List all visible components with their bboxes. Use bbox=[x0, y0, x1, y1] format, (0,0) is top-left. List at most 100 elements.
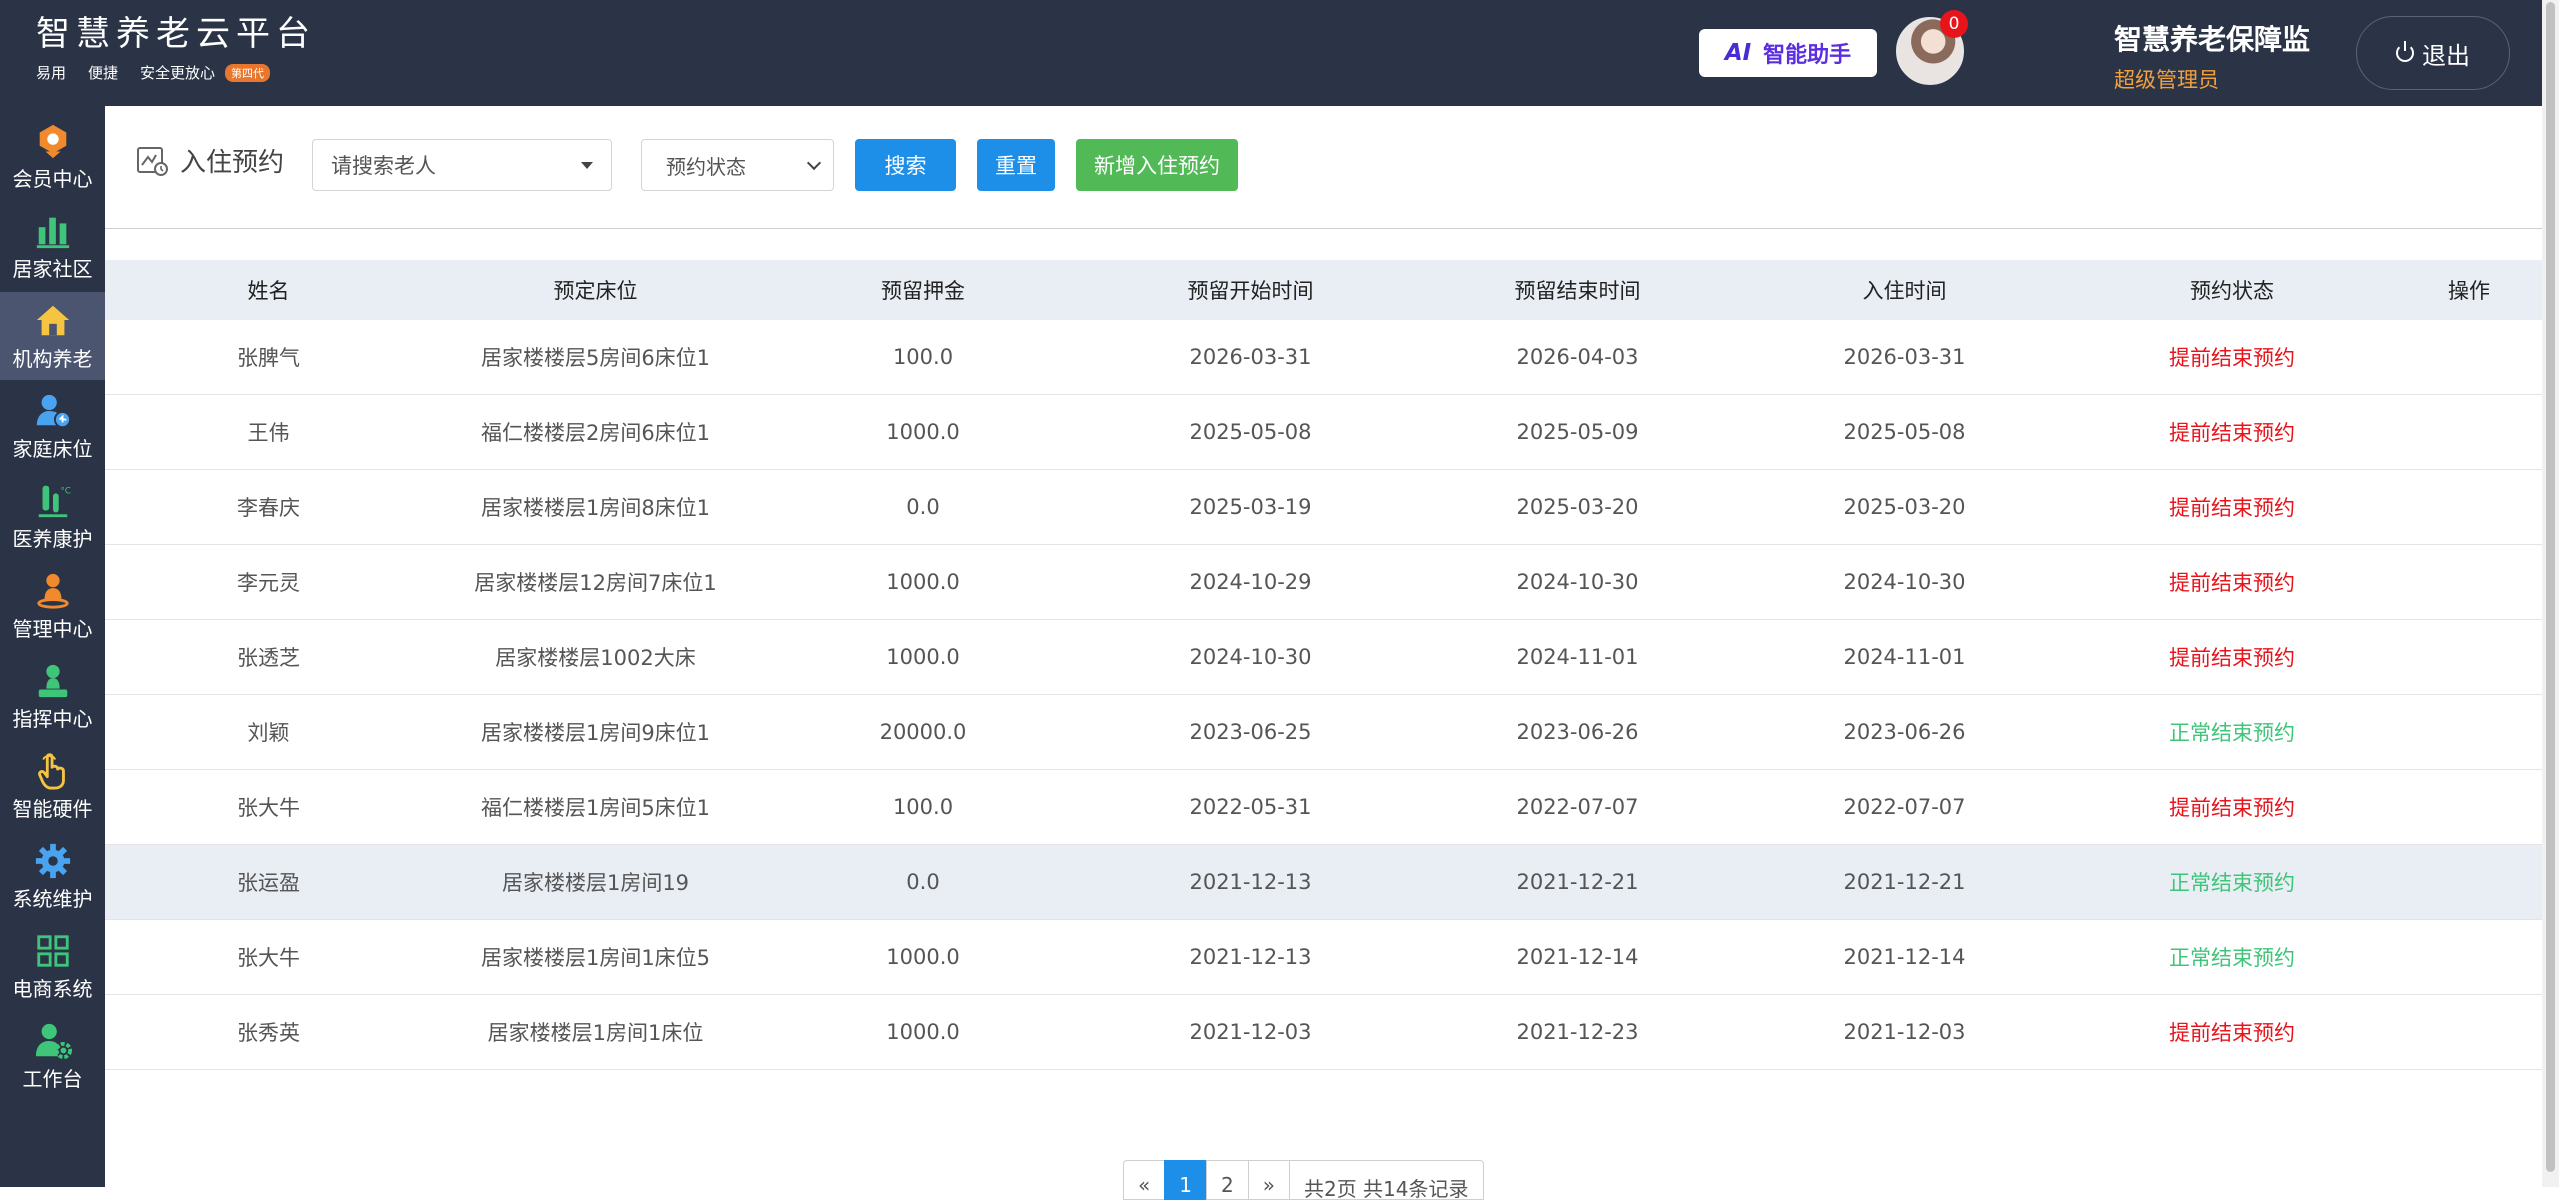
ai-assistant-button[interactable]: AI 智能助手 bbox=[1699, 29, 1877, 77]
sidebar-item-member-center[interactable]: 会员中心 bbox=[0, 112, 105, 200]
add-checkin-reservation-button[interactable]: 新增入住预约 bbox=[1076, 139, 1238, 191]
brand-tag: 易用 bbox=[36, 64, 67, 82]
table-row[interactable]: 李元灵 居家楼楼层12房间7床位1 1000.0 2024-10-29 2024-10-… bbox=[105, 545, 2542, 620]
cell-checkin-date: 2026-03-31 bbox=[1843, 345, 1966, 369]
elder-search-select[interactable]: 请搜索老人 bbox=[312, 139, 612, 191]
table-row[interactable]: 张大牛 福仁楼楼层1房间5床位1 100.0 2022-05-31 2022-07-07… bbox=[105, 770, 2542, 845]
cell-name: 李元灵 bbox=[237, 571, 300, 595]
caret-down-icon bbox=[581, 162, 593, 169]
cell-checkin-date: 2021-12-21 bbox=[1843, 870, 1966, 894]
table-row[interactable]: 张大牛 居家楼楼层1房间1床位5 1000.0 2021-12-13 2021-12-1… bbox=[105, 920, 2542, 995]
sidebar-item-institutional-care[interactable]: 机构养老 bbox=[0, 292, 105, 380]
column-header-end: 预留结束时间 bbox=[1514, 279, 1641, 303]
pagination-next[interactable]: » bbox=[1247, 1160, 1289, 1200]
elder-search-placeholder: 请搜索老人 bbox=[331, 154, 436, 178]
sidebar-item-system-maintenance[interactable]: 系统维护 bbox=[0, 832, 105, 920]
bar-chart-icon bbox=[33, 211, 73, 251]
cell-start-date: 2023-06-25 bbox=[1189, 720, 1312, 744]
cell-bed: 居家楼楼层1房间19 bbox=[501, 871, 690, 895]
cell-checkin-date: 2021-12-03 bbox=[1843, 1020, 1966, 1044]
cell-checkin-date: 2022-07-07 bbox=[1843, 795, 1966, 819]
cell-start-date: 2026-03-31 bbox=[1189, 345, 1312, 369]
reservation-status-select[interactable]: 预约状态 bbox=[641, 139, 834, 191]
sidebar-item-label: 智能硬件 bbox=[12, 796, 93, 821]
sidebar-item-label: 指挥中心 bbox=[12, 706, 93, 731]
reset-button[interactable]: 重置 bbox=[977, 139, 1055, 191]
notification-badge[interactable]: 0 bbox=[1940, 10, 1968, 38]
cell-name: 张大牛 bbox=[237, 796, 300, 820]
pagination-summary: 共2页 共14条记录 bbox=[1288, 1160, 1484, 1201]
cell-deposit: 1000.0 bbox=[886, 570, 960, 594]
brand-tag: 安全更放心 bbox=[140, 64, 216, 82]
cell-name: 刘颖 bbox=[247, 721, 290, 745]
cell-end-date: 2021-12-23 bbox=[1516, 1020, 1639, 1044]
table-row[interactable]: 张运盈 居家楼楼层1房间19 0.0 2021-12-13 2021-12-21 2021… bbox=[105, 845, 2542, 920]
table-row[interactable]: 张秀英 居家楼楼层1房间1床位 1000.0 2021-12-03 2021-12-23… bbox=[105, 995, 2542, 1070]
cell-name: 李春庆 bbox=[237, 496, 300, 520]
logout-button[interactable]: 退出 bbox=[2356, 16, 2510, 90]
pagination-page[interactable]: 2 bbox=[1205, 1160, 1248, 1200]
cell-end-date: 2025-03-20 bbox=[1516, 495, 1639, 519]
table-row[interactable]: 王伟 福仁楼楼层2房间6床位1 1000.0 2025-05-08 2025-05-09… bbox=[105, 395, 2542, 470]
cell-checkin-date: 2023-06-26 bbox=[1843, 720, 1966, 744]
cell-bed: 居家楼楼层1房间8床位1 bbox=[480, 496, 711, 520]
scrollbar-thumb[interactable] bbox=[2546, 2, 2555, 1172]
cell-bed: 居家楼楼层1房间1床位5 bbox=[480, 946, 711, 970]
brand-tag: 便捷 bbox=[88, 64, 119, 82]
table-row[interactable]: 刘颖 居家楼楼层1房间9床位1 20000.0 2023-06-25 2023-06-2… bbox=[105, 695, 2542, 770]
org-name: 智慧养老保障监 bbox=[2114, 23, 2311, 56]
table-row[interactable]: 张脾气 居家楼楼层5房间6床位1 100.0 2026-03-31 2026-04-03… bbox=[105, 320, 2542, 395]
cell-deposit: 100.0 bbox=[892, 795, 954, 819]
cell-end-date: 2021-12-14 bbox=[1516, 945, 1639, 969]
cell-start-date: 2025-03-19 bbox=[1189, 495, 1312, 519]
power-icon bbox=[2396, 41, 2414, 62]
sidebar-item-label: 工作台 bbox=[22, 1066, 83, 1091]
cell-status: 提前结束预约 bbox=[2169, 646, 2295, 670]
cell-start-date: 2025-05-08 bbox=[1189, 420, 1312, 444]
sidebar-item-label: 系统维护 bbox=[12, 886, 93, 911]
sidebar-item-family-bed[interactable]: 家庭床位 bbox=[0, 382, 105, 470]
sidebar-item-management-center[interactable]: 管理中心 bbox=[0, 562, 105, 650]
page-title: 入住预约 bbox=[136, 142, 284, 179]
cell-bed: 居家楼楼层12房间7床位1 bbox=[474, 571, 717, 595]
search-button[interactable]: 搜索 bbox=[855, 139, 956, 191]
cell-name: 张秀英 bbox=[237, 1021, 300, 1045]
sidebar-item-ecommerce[interactable]: 电商系统 bbox=[0, 922, 105, 1010]
cell-end-date: 2022-07-07 bbox=[1516, 795, 1639, 819]
cell-deposit: 1000.0 bbox=[886, 1020, 960, 1044]
cell-deposit: 1000.0 bbox=[886, 945, 960, 969]
cell-bed: 居家楼楼层5房间6床位1 bbox=[480, 346, 711, 370]
user-info: 智慧养老保障监 超级管理员 bbox=[2114, 18, 2334, 94]
sidebar-item-smart-hardware[interactable]: 智能硬件 bbox=[0, 742, 105, 830]
cell-start-date: 2021-12-03 bbox=[1189, 1020, 1312, 1044]
sidebar-item-command-center[interactable]: 指挥中心 bbox=[0, 652, 105, 740]
sidebar-item-medical-care[interactable]: °C 医养康护 bbox=[0, 472, 105, 560]
cell-start-date: 2022-05-31 bbox=[1189, 795, 1312, 819]
command-stamp-icon bbox=[33, 661, 73, 701]
person-manager-icon bbox=[33, 571, 73, 611]
pagination-prev[interactable]: « bbox=[1123, 1160, 1165, 1200]
cell-end-date: 2024-11-01 bbox=[1516, 645, 1639, 669]
page-title-text: 入住预约 bbox=[180, 148, 285, 178]
sidebar-item-workbench[interactable]: 工作台 bbox=[0, 1012, 105, 1100]
page-scrollbar[interactable] bbox=[2542, 0, 2559, 1187]
sidebar-item-home-community[interactable]: 居家社区 bbox=[0, 202, 105, 290]
cell-deposit: 1000.0 bbox=[886, 645, 960, 669]
cell-checkin-date: 2024-11-01 bbox=[1843, 645, 1966, 669]
cell-status: 提前结束预约 bbox=[2169, 346, 2295, 370]
sidebar-item-label: 居家社区 bbox=[12, 256, 93, 281]
version-badge: 第四代 bbox=[225, 63, 271, 82]
cell-checkin-date: 2025-03-20 bbox=[1843, 495, 1966, 519]
sidebar: 会员中心 居家社区 机构养老 家庭床位 °C 医养康护 管理中心 指挥中心 智能… bbox=[0, 106, 105, 1187]
cell-status: 提前结束预约 bbox=[2169, 571, 2295, 595]
cell-status: 正常结束预约 bbox=[2169, 871, 2295, 895]
table-row[interactable]: 张透芝 居家楼楼层1002大床 1000.0 2024-10-30 2024-11-01… bbox=[105, 620, 2542, 695]
table-row[interactable]: 李春庆 居家楼楼层1房间8床位1 0.0 2025-03-19 2025-03-20 20… bbox=[105, 470, 2542, 545]
pagination-page[interactable]: 1 bbox=[1164, 1160, 1206, 1200]
sidebar-item-label: 管理中心 bbox=[12, 616, 93, 641]
cell-start-date: 2024-10-30 bbox=[1189, 645, 1312, 669]
column-header-actions: 操作 bbox=[2448, 279, 2490, 303]
cell-name: 张脾气 bbox=[237, 346, 300, 370]
chevron-down-icon bbox=[806, 155, 822, 171]
cell-status: 正常结束预约 bbox=[2169, 721, 2295, 745]
